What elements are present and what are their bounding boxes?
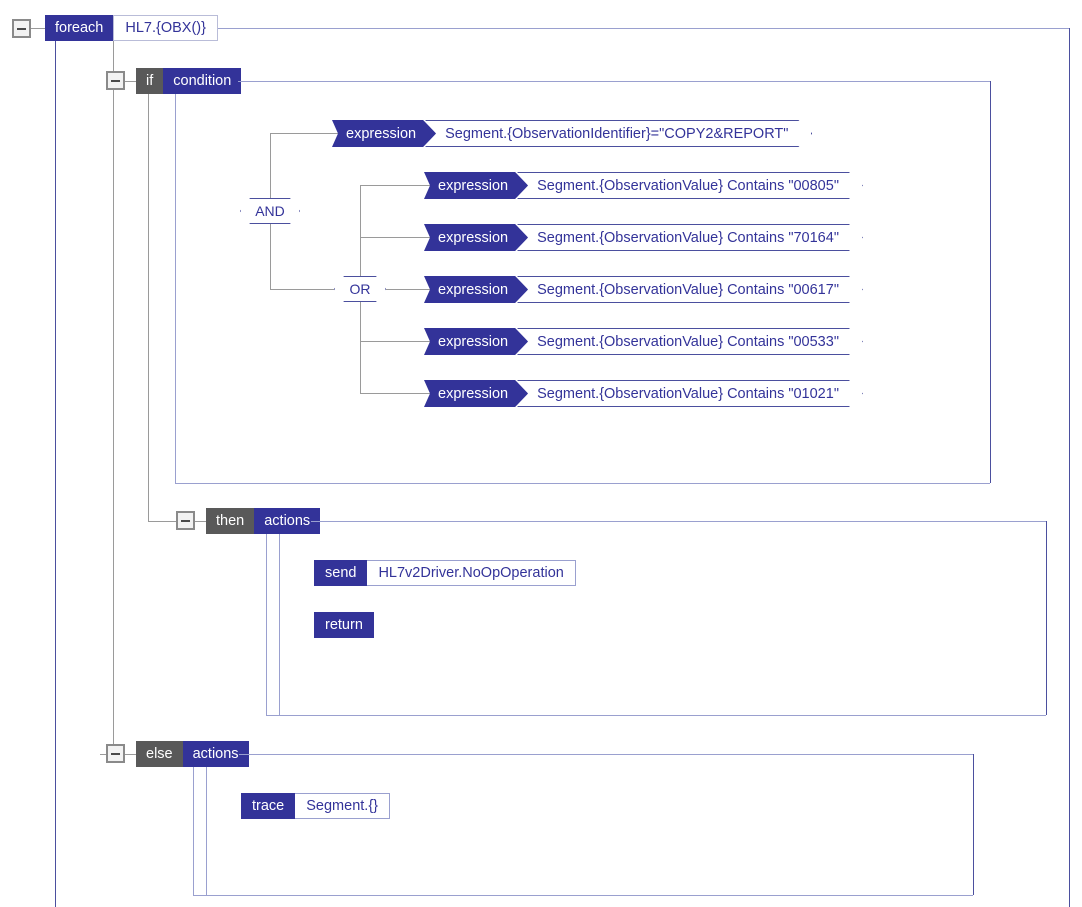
collapse-minus-icon (17, 27, 26, 30)
or-branch-5 (360, 393, 430, 394)
foreach-collection-value[interactable]: HL7.{OBX()} (113, 15, 218, 41)
collapse-minus-icon (181, 519, 190, 522)
expression-value[interactable]: Segment.{ObservationValue} Contains "701… (517, 224, 863, 251)
action-return[interactable]: return (314, 612, 374, 638)
if-keyword[interactable]: if (136, 68, 164, 94)
expression-label[interactable]: expression (424, 328, 528, 355)
expression-label[interactable]: expression (424, 380, 528, 407)
foreach-keyword[interactable]: foreach (45, 15, 114, 41)
then-container-top-rule (311, 521, 1046, 522)
foreach-body-spine (55, 41, 56, 907)
trace-value[interactable]: Segment.{} (295, 793, 390, 819)
foreach-collapse-toggle[interactable] (12, 19, 31, 38)
expression-value-text: Segment.{ObservationValue} Contains "006… (537, 281, 839, 298)
else-collapse-toggle[interactable] (106, 744, 125, 763)
expression-value-text: Segment.{ObservationValue} Contains "008… (537, 177, 839, 194)
if-condition-label[interactable]: condition (163, 68, 242, 94)
if-collapse-toggle[interactable] (106, 71, 125, 90)
collapse-minus-icon (111, 79, 120, 82)
send-keyword[interactable]: send (314, 560, 368, 586)
condition-container-top-rule (238, 81, 990, 82)
expression-value[interactable]: Segment.{ObservationValue} Contains "006… (517, 276, 863, 303)
expression-row-value-4[interactable]: expression Segment.{ObservationValue} Co… (424, 328, 863, 355)
else-container-left-edge (193, 767, 194, 895)
condition-container-bottom-rule (175, 483, 990, 484)
condition-container-left-edge (175, 94, 176, 483)
else-container-right-edge (973, 754, 974, 895)
expression-value[interactable]: Segment.{ObservationIdentifier}="COPY2&R… (425, 120, 812, 147)
then-toggle-connector (195, 521, 206, 522)
if-node-spine (148, 94, 149, 521)
else-node[interactable]: else actions (136, 741, 249, 767)
foreach-child-spine (113, 41, 114, 755)
expression-label[interactable]: expression (332, 120, 436, 147)
expression-value[interactable]: Segment.{ObservationValue} Contains "010… (517, 380, 863, 407)
or-operator-node[interactable]: OR (334, 276, 386, 302)
expression-value-text: Segment.{ObservationValue} Contains "010… (537, 385, 839, 402)
action-trace[interactable]: trace Segment.{} (241, 793, 390, 819)
then-container-left-edge (266, 534, 267, 715)
then-branch-connector (148, 521, 179, 522)
expression-row-identifier[interactable]: expression Segment.{ObservationIdentifie… (332, 120, 812, 147)
else-keyword[interactable]: else (136, 741, 183, 767)
expression-value-text: Segment.{ObservationValue} Contains "701… (537, 229, 839, 246)
then-node-spine (279, 534, 280, 715)
return-keyword[interactable]: return (314, 612, 374, 638)
foreach-container-right-edge (1069, 28, 1070, 907)
and-operator-node[interactable]: AND (240, 198, 300, 224)
then-container-bottom-rule (266, 715, 1046, 716)
expression-value[interactable]: Segment.{ObservationValue} Contains "005… (517, 328, 863, 355)
and-branch-to-expression-1 (270, 133, 340, 134)
expression-value[interactable]: Segment.{ObservationValue} Contains "008… (517, 172, 863, 199)
expression-value-text: Segment.{ObservationIdentifier}="COPY2&R… (445, 125, 789, 142)
flow-rule-canvas: foreach HL7.{OBX()} if condition AND exp… (0, 0, 1082, 907)
condition-container-right-edge (990, 81, 991, 483)
foreach-container-top-rule (199, 28, 1069, 29)
expression-value-text: Segment.{ObservationValue} Contains "005… (537, 333, 839, 350)
expression-row-value-2[interactable]: expression Segment.{ObservationValue} Co… (424, 224, 863, 251)
expression-row-value-5[interactable]: expression Segment.{ObservationValue} Co… (424, 380, 863, 407)
if-toggle-connector (125, 81, 136, 82)
or-operator-label: OR (349, 281, 371, 297)
then-node[interactable]: then actions (206, 508, 321, 534)
collapse-minus-icon (111, 752, 120, 755)
else-container-top-rule (239, 754, 973, 755)
else-container-bottom-rule (193, 895, 973, 896)
or-branch-4 (360, 341, 430, 342)
foreach-toggle-connector (31, 28, 45, 29)
trace-keyword[interactable]: trace (241, 793, 296, 819)
expression-label[interactable]: expression (424, 224, 528, 251)
then-container-right-edge (1046, 521, 1047, 715)
foreach-node[interactable]: foreach HL7.{OBX()} (45, 15, 218, 41)
expression-label[interactable]: expression (424, 172, 528, 199)
else-toggle-connector (125, 754, 136, 755)
else-node-spine (206, 767, 207, 895)
if-node[interactable]: if condition (136, 68, 242, 94)
or-branch-2 (360, 237, 430, 238)
then-collapse-toggle[interactable] (176, 511, 195, 530)
expression-row-value-1[interactable]: expression Segment.{ObservationValue} Co… (424, 172, 863, 199)
then-keyword[interactable]: then (206, 508, 255, 534)
and-operator-label: AND (255, 203, 285, 219)
send-operation-value[interactable]: HL7v2Driver.NoOpOperation (367, 560, 576, 586)
action-send[interactable]: send HL7v2Driver.NoOpOperation (314, 560, 576, 586)
or-branch-1 (360, 185, 430, 186)
and-branch-to-or (270, 289, 334, 290)
expression-row-value-3[interactable]: expression Segment.{ObservationValue} Co… (424, 276, 863, 303)
expression-label[interactable]: expression (424, 276, 528, 303)
